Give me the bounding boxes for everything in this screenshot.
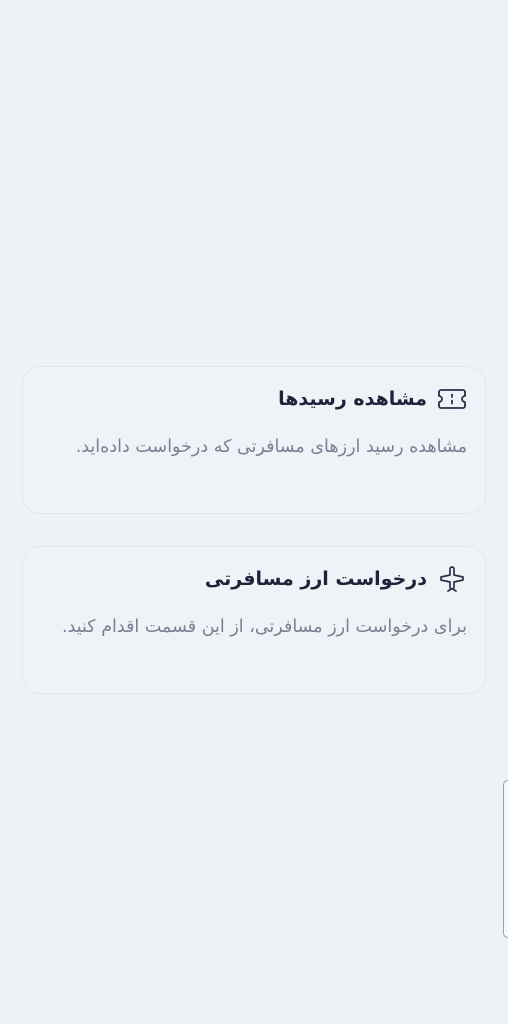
view-receipts-title: مشاهده رسیدها bbox=[278, 388, 427, 410]
view-receipts-header: مشاهده رسیدها bbox=[39, 367, 467, 431]
request-travel-currency-title: درخواست ارز مسافرتی bbox=[204, 568, 427, 590]
request-travel-currency-header: درخواست ارز مسافرتی bbox=[39, 547, 467, 611]
edge-scroll-handle[interactable] bbox=[503, 780, 508, 938]
ticket-icon bbox=[437, 384, 467, 414]
airplane-icon bbox=[437, 564, 467, 594]
view-receipts-description: مشاهده رسید ارزهای مسافرتی که درخواست دا… bbox=[75, 437, 467, 457]
request-travel-currency-card[interactable]: درخواست ارز مسافرتی برای درخواست ارز مسا… bbox=[22, 546, 486, 694]
view-receipts-card[interactable]: مشاهده رسیدها مشاهده رسید ارزهای مسافرتی… bbox=[22, 366, 486, 514]
request-travel-currency-description: برای درخواست ارز مسافرتی، از این قسمت اق… bbox=[61, 617, 467, 637]
